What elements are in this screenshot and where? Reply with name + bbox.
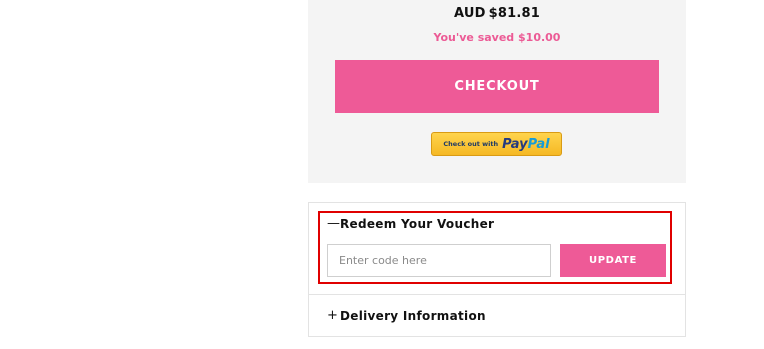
- voucher-title: Redeem Your Voucher: [340, 216, 495, 231]
- cart-sidebar: AUD $81.81 You've saved $10.00 CHECKOUT C…: [0, 0, 764, 349]
- paypal-prefix-text: Check out with: [443, 140, 499, 148]
- voucher-toggle[interactable]: — Redeem Your Voucher: [327, 216, 494, 231]
- checkout-accordion: — Redeem Your Voucher UPDATE + Delivery …: [308, 202, 686, 337]
- savings-text: You've saved $10.00: [433, 31, 561, 44]
- accordion-divider: [309, 294, 685, 295]
- voucher-section: — Redeem Your Voucher UPDATE: [318, 211, 672, 284]
- paypal-logo: PayPal: [502, 137, 549, 152]
- order-summary-panel: AUD $81.81 You've saved $10.00 CHECKOUT C…: [308, 0, 686, 183]
- paypal-logo-pal: Pal: [527, 136, 550, 152]
- order-total: AUD $81.81: [308, 6, 686, 21]
- paypal-checkout-button[interactable]: Check out with PayPal: [431, 132, 562, 156]
- paypal-logo-pay: Pay: [502, 136, 528, 152]
- delivery-info-toggle[interactable]: + Delivery Information: [327, 308, 486, 323]
- delivery-title: Delivery Information: [340, 308, 486, 323]
- minus-icon: —: [327, 216, 341, 231]
- checkout-button[interactable]: CHECKOUT: [335, 60, 659, 113]
- total-amount: $81.81: [488, 6, 540, 21]
- voucher-code-input[interactable]: [327, 244, 551, 277]
- plus-icon: +: [327, 308, 339, 323]
- total-currency: AUD: [454, 6, 486, 21]
- update-voucher-button[interactable]: UPDATE: [560, 244, 666, 277]
